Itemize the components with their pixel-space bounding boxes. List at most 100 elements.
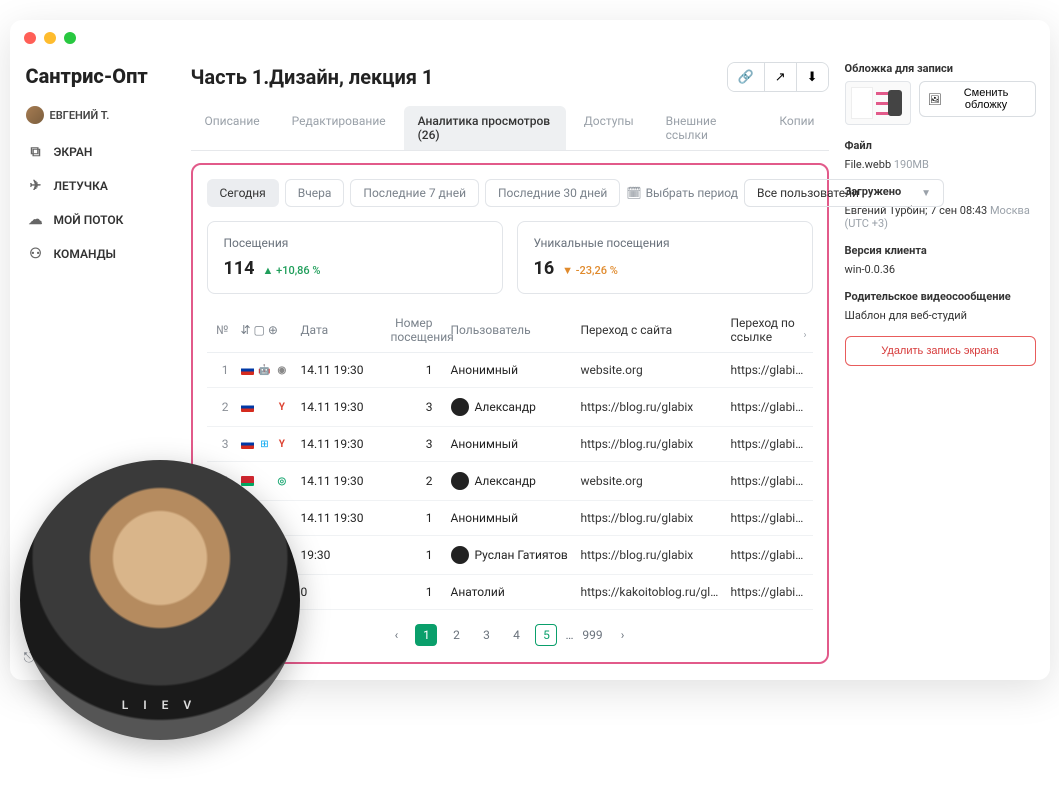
user-filter-label: Все пользователи — [757, 186, 859, 200]
windows-icon: ⊞ — [258, 437, 271, 451]
page-ellipsis: … — [565, 628, 573, 642]
cell-user: Александр — [445, 388, 575, 427]
cell-visit-no: 3 — [385, 388, 445, 427]
sidebar-item-flyer[interactable]: ✈ ЛЕТУЧКА — [22, 170, 163, 202]
tab-bar: Описание Редактирование Аналитика просмо… — [191, 106, 829, 151]
table-row[interactable]: 2Y14.11 19:303Александрhttps://blog.ru/g… — [207, 388, 813, 427]
cell-user: Анонимный — [445, 427, 575, 462]
cell-user: Анонимный — [445, 353, 575, 388]
cell-link: https://glabix.com/p/eow2/demo_igor — [725, 536, 813, 575]
avatar-icon — [451, 472, 469, 490]
filter-30days[interactable]: Последние 30 дней — [485, 179, 620, 207]
close-icon[interactable] — [24, 32, 36, 44]
sidebar-item-stream[interactable]: ☁ МОЙ ПОТОК — [22, 204, 163, 236]
tab-editing[interactable]: Редактирование — [278, 106, 400, 150]
current-user-name: ЕВГЕНИЙ Т. — [50, 109, 110, 122]
sidebar-item-label: МОЙ ПОТОК — [54, 213, 124, 227]
avatar-icon — [451, 546, 469, 564]
cell-user: Руслан Гатиятов — [445, 536, 575, 575]
stat-visits: Посещения 114 ▲ +10,86 % — [207, 221, 503, 294]
col-visit-no[interactable]: Номер посещения — [385, 308, 445, 353]
window-controls — [10, 20, 1050, 56]
cell-no: 1 — [207, 353, 235, 388]
delete-recording-button[interactable]: Удалить запись экрана — [845, 336, 1036, 366]
stats-row: Посещения 114 ▲ +10,86 % Уникальные посе… — [207, 221, 813, 294]
cell-date: 14.11 19:30 — [295, 388, 385, 427]
page-3[interactable]: 3 — [475, 624, 497, 646]
page-4[interactable]: 4 — [505, 624, 527, 646]
user-filter-select[interactable]: Все пользователи ▼ — [744, 179, 944, 207]
minimize-icon[interactable] — [44, 32, 56, 44]
stat-visits-value: 114 — [224, 258, 255, 279]
cell-user: Анатолий — [445, 575, 575, 610]
cell-device: ⊞Y — [235, 427, 295, 462]
cell-device: 🤖◉ — [235, 353, 295, 388]
table-row[interactable]: 19:301Руслан Гатиятовhttps://blog.ru/gla… — [207, 536, 813, 575]
cell-user: Александр — [445, 462, 575, 501]
image-icon: 🖼 — [928, 93, 942, 106]
cell-visit-no: 1 — [385, 536, 445, 575]
sidebar-item-label: ЭКРАН — [54, 145, 93, 159]
external-icon: ↗ — [775, 69, 786, 84]
chevron-down-icon: ▼ — [921, 188, 931, 199]
cell-referrer: website.org — [575, 462, 725, 501]
page-prev[interactable]: ‹ — [385, 624, 407, 646]
page-last[interactable]: 999 — [582, 624, 604, 646]
table-row[interactable]: 4◎14.11 19:302Александрwebsite.orghttps:… — [207, 462, 813, 501]
brand-title: Сантрис-Опт — [22, 56, 163, 102]
download-sort-icon[interactable]: ⇵ — [241, 323, 251, 337]
link-icon: 🔗 — [738, 69, 754, 84]
current-user[interactable]: ЕВГЕНИЙ Т. — [22, 102, 163, 136]
cell-visit-no: 3 — [385, 427, 445, 462]
filter-pick-range[interactable]: 🗓 Выбрать период — [626, 186, 738, 200]
cell-no: 3 — [207, 427, 235, 462]
calendar-icon: 🗓 — [626, 186, 641, 200]
android-icon: 🤖 — [258, 363, 271, 377]
link-button[interactable]: 🔗 — [728, 63, 764, 91]
cell-date: 14.11 19:30 — [295, 427, 385, 462]
globe-icon: ⊕ — [268, 323, 278, 337]
tab-analytics[interactable]: Аналитика просмотров (26) — [404, 106, 566, 150]
filter-today[interactable]: Сегодня — [207, 179, 279, 207]
page-2[interactable]: 2 — [445, 624, 467, 646]
cell-date: 0 — [295, 575, 385, 610]
tab-description[interactable]: Описание — [191, 106, 274, 150]
col-user[interactable]: Пользователь — [445, 308, 575, 353]
col-no: № — [207, 308, 235, 353]
filter-yesterday[interactable]: Вчера — [285, 179, 345, 207]
cell-visit-no: 1 — [385, 501, 445, 536]
download-button[interactable]: ⬇ — [796, 63, 828, 91]
flag-ru-icon — [241, 402, 254, 412]
sidebar-item-teams[interactable]: ⚇ КОМАНДЫ — [22, 238, 163, 270]
tab-external[interactable]: Внешние ссылки — [652, 106, 762, 150]
cell-device: Y — [235, 388, 295, 427]
open-external-button[interactable]: ↗ — [764, 63, 796, 91]
cell-link: https://glabix.com/p/eow2/demo_igor — [725, 501, 813, 536]
page-title: Часть 1.Дизайн, лекция 1 — [191, 65, 434, 89]
table-row[interactable]: 3⊞Y14.11 19:303Анонимныйhttps://blog.ru/… — [207, 427, 813, 462]
cell-date: 14.11 19:30 — [295, 462, 385, 501]
monitor-icon: ▢ — [254, 323, 265, 337]
table-row[interactable]: 14.11 19:301Анонимныйhttps://blog.ru/gla… — [207, 501, 813, 536]
sidebar-item-label: КОМАНДЫ — [54, 247, 116, 261]
stat-visits-delta: ▲ +10,86 % — [262, 264, 320, 277]
col-link[interactable]: Переход по ссылке › — [725, 308, 813, 353]
filter-7days[interactable]: Последние 7 дней — [350, 179, 479, 207]
cell-link: https://glabix.com/p/eow2/demo_igor — [725, 353, 813, 388]
chat-icon: ☁ — [28, 212, 44, 228]
tab-access[interactable]: Доступы — [570, 106, 648, 150]
page-next[interactable]: › — [612, 624, 634, 646]
page-5[interactable]: 5 — [535, 624, 557, 646]
filter-row: Сегодня Вчера Последние 7 дней Последние… — [207, 179, 813, 207]
col-referrer[interactable]: Переход с сайта — [575, 308, 725, 353]
flag-ru-icon — [241, 365, 254, 375]
page-1[interactable]: 1 — [415, 624, 437, 646]
col-date[interactable]: Дата — [295, 308, 385, 353]
maximize-icon[interactable] — [64, 32, 76, 44]
table-row[interactable]: 1🤖◉14.11 19:301Анонимныйwebsite.orghttps… — [207, 353, 813, 388]
cell-user: Анонимный — [445, 501, 575, 536]
change-cover-button[interactable]: 🖼 Сменить обложку — [919, 81, 1036, 117]
tab-copies[interactable]: Копии — [765, 106, 828, 150]
visits-table: № ⇵ ▢ ⊕ Дата Номер посещения Пользовател… — [207, 308, 813, 610]
sidebar-item-screen[interactable]: ⧉ ЭКРАН — [22, 136, 163, 168]
